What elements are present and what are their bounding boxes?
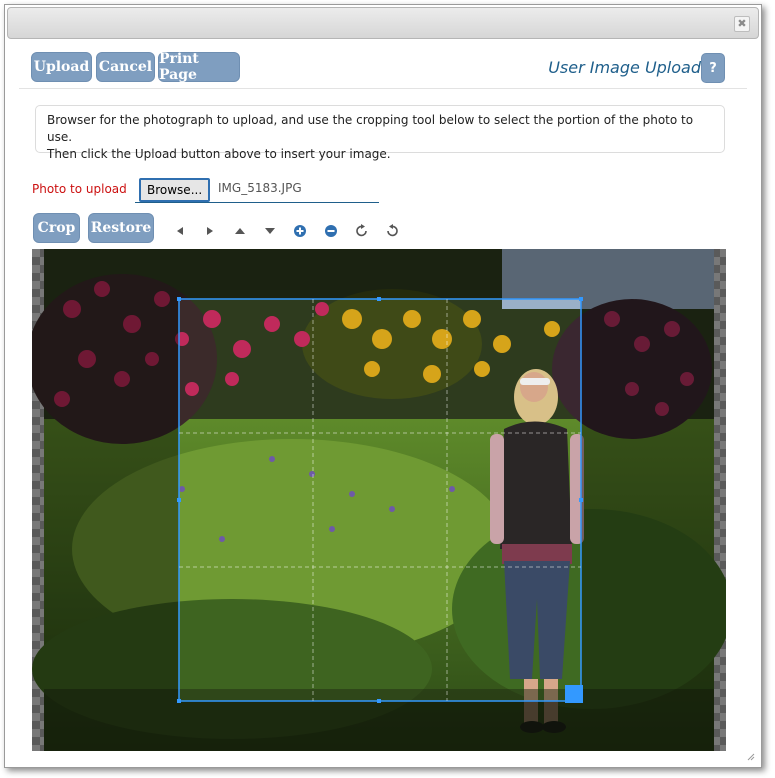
- move-down-icon[interactable]: [261, 222, 279, 240]
- upload-button[interactable]: Upload: [31, 52, 92, 82]
- crop-button[interactable]: Crop: [33, 213, 80, 243]
- photo-image: [32, 249, 726, 751]
- file-input[interactable]: Browse... IMG_5183.JPG: [135, 178, 379, 203]
- crop-canvas[interactable]: [32, 249, 726, 751]
- zoom-out-icon[interactable]: [322, 222, 340, 240]
- instructions-box: Browser for the photograph to upload, an…: [35, 105, 725, 161]
- help-button[interactable]: ?: [701, 53, 725, 83]
- restore-button[interactable]: Restore: [88, 213, 154, 243]
- zoom-in-icon[interactable]: [291, 222, 309, 240]
- dialog-titlebar[interactable]: ✖: [7, 7, 759, 39]
- browse-button[interactable]: Browse...: [139, 178, 211, 202]
- move-up-icon[interactable]: [231, 222, 249, 240]
- upload-dialog: ✖ Upload Cancel Print Page User Image Up…: [4, 4, 762, 768]
- photo-upload-label: Photo to upload: [32, 182, 127, 196]
- rotate-right-icon[interactable]: [353, 222, 371, 240]
- close-icon[interactable]: ✖: [734, 16, 750, 32]
- print-page-button[interactable]: Print Page: [158, 51, 240, 83]
- cancel-button[interactable]: Cancel: [96, 52, 155, 82]
- page-title: User Image Upload: [548, 58, 701, 77]
- toolbar-divider: [19, 88, 747, 89]
- resize-grip-icon[interactable]: [745, 751, 755, 761]
- instructions-line-2: Then click the Upload button above to in…: [47, 147, 391, 161]
- rotate-left-icon[interactable]: [383, 222, 401, 240]
- selected-filename: IMG_5183.JPG: [218, 181, 302, 195]
- move-right-icon[interactable]: [201, 222, 219, 240]
- instructions-line-1: Browser for the photograph to upload, an…: [47, 113, 694, 144]
- move-left-icon[interactable]: [171, 222, 189, 240]
